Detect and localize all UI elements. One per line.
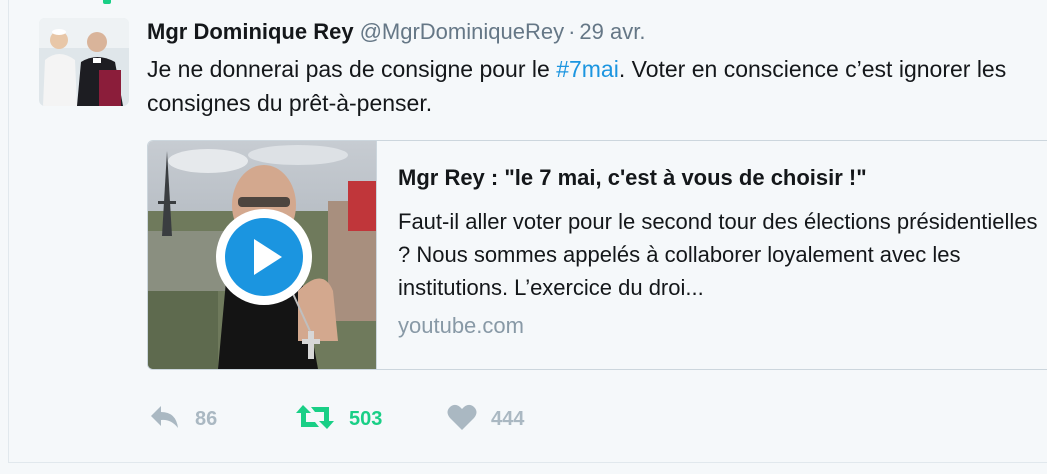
card-title[interactable]: Mgr Rey : "le 7 mai, c'est à vous de cho… [398,165,1038,191]
like-button[interactable]: 444 [447,402,524,436]
link-card[interactable]: Mgr Rey : "le 7 mai, c'est à vous de cho… [147,140,1047,370]
retweet-count: 503 [349,407,383,430]
hashtag-link[interactable]: #7mai [556,56,619,82]
reply-button[interactable]: 86 [149,402,217,436]
tweet-text: Je ne donnerai pas de consigne pour le #… [147,52,1027,120]
play-icon[interactable] [214,207,314,307]
author-name[interactable]: Mgr Dominique Rey [147,19,354,44]
reply-icon [149,404,181,435]
retweet-context-marker [103,0,111,4]
tweet-text-part: Je ne donnerai pas de consigne pour le [147,56,557,82]
tweet: Mgr Dominique Rey @MgrDominiqueRey · 29 avr… [8,0,1047,463]
avatar[interactable] [39,18,129,106]
retweet-button[interactable]: 503 [295,402,382,436]
retweet-icon [295,403,335,436]
tweet-timestamp[interactable]: 29 avr. [579,19,645,44]
card-description: Faut-il aller voter pour le second tour … [398,209,1038,300]
header-separator: · [568,19,576,44]
card-domain: youtube.com [398,313,524,338]
video-thumbnail[interactable] [148,141,377,369]
reply-count: 86 [195,407,218,430]
author-handle[interactable]: @MgrDominiqueRey [360,19,565,44]
like-count: 444 [491,407,525,430]
heart-icon [447,403,477,436]
tweet-header: Mgr Dominique Rey @MgrDominiqueRey · 29 avr… [147,18,645,46]
